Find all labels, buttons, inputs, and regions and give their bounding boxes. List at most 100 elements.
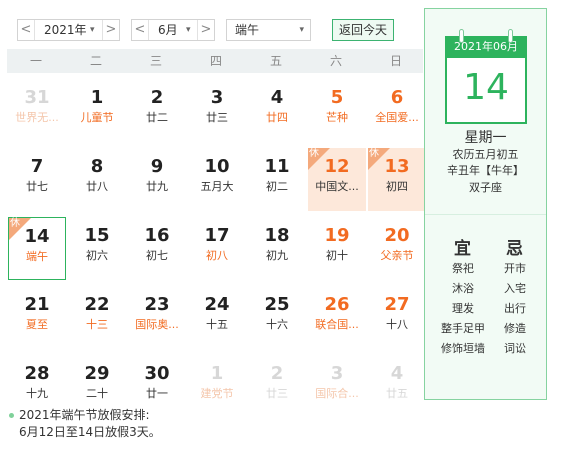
day-cell[interactable]: 27 十八 bbox=[368, 286, 426, 349]
ji-item: 词讼 bbox=[504, 342, 526, 355]
day-number: 2 bbox=[150, 87, 164, 108]
day-cell[interactable]: 8 廿八 bbox=[68, 148, 126, 211]
holiday-dropdown-caret-icon[interactable]: ▾ bbox=[299, 20, 304, 40]
day-cell[interactable]: 3 国际合... bbox=[308, 355, 366, 418]
lunar-label: 初九 bbox=[266, 249, 288, 262]
binder-ring-icon bbox=[459, 29, 464, 43]
ji-item: 开市 bbox=[504, 262, 526, 275]
year-prev-arrow-icon[interactable]: < bbox=[18, 20, 35, 40]
day-number: 3 bbox=[330, 363, 344, 384]
lunar-label: 儿童节 bbox=[80, 111, 114, 124]
lunar-label: 二十 bbox=[86, 387, 108, 400]
yi-item: 沐浴 bbox=[452, 282, 474, 295]
lunar-label: 廿一 bbox=[146, 387, 168, 400]
day-number: 26 bbox=[324, 294, 350, 315]
day-number: 3 bbox=[210, 87, 224, 108]
day-number: 5 bbox=[330, 87, 344, 108]
day-cell[interactable]: 5 芒种 bbox=[308, 79, 366, 142]
day-cell[interactable]: 17 初八 bbox=[188, 217, 246, 280]
yi-list: 祭祀 沐浴 理发 整手足甲 修饰垣墙 bbox=[441, 259, 485, 359]
day-number: 4 bbox=[390, 363, 404, 384]
day-number: 29 bbox=[84, 363, 110, 384]
day-cell[interactable]: 4 廿五 bbox=[368, 355, 426, 418]
day-number: 24 bbox=[204, 294, 230, 315]
day-cell[interactable]: 21 夏至 bbox=[8, 286, 66, 349]
day-cell[interactable]: 11 初二 bbox=[248, 148, 306, 211]
month-select[interactable]: < 6月 ▾ > bbox=[131, 19, 215, 41]
day-number: 2 bbox=[270, 363, 284, 384]
lunar-label: 初七 bbox=[146, 249, 168, 262]
day-cell[interactable]: 9 廿九 bbox=[128, 148, 186, 211]
lunar-label: 廿九 bbox=[146, 180, 168, 193]
yi-item: 修饰垣墙 bbox=[441, 342, 485, 355]
day-cell-selected[interactable]: 休 14 端午 bbox=[8, 217, 66, 280]
lunar-label: 联合国... bbox=[315, 318, 359, 331]
year-dropdown-caret-icon[interactable]: ▾ bbox=[90, 20, 95, 40]
day-number: 7 bbox=[30, 156, 44, 177]
month-dropdown-caret-icon[interactable]: ▾ bbox=[186, 20, 191, 40]
day-number: 12 bbox=[324, 156, 350, 177]
bullet-dot-icon bbox=[9, 413, 14, 418]
lunar-label: 廿三 bbox=[206, 111, 228, 124]
day-cell[interactable]: 1 儿童节 bbox=[68, 79, 126, 142]
weekday-label: 日 bbox=[389, 54, 402, 68]
lunar-label: 国际合... bbox=[315, 387, 359, 400]
day-cell[interactable]: 23 国际奥... bbox=[128, 286, 186, 349]
month-prev-arrow-icon[interactable]: < bbox=[132, 20, 149, 40]
selected-weekday: 星期一 bbox=[464, 130, 507, 146]
day-number: 27 bbox=[384, 294, 410, 315]
day-cell[interactable]: 休 12 中国文... bbox=[308, 148, 366, 211]
day-number: 17 bbox=[204, 225, 230, 246]
day-number: 9 bbox=[150, 156, 164, 177]
day-cell[interactable]: 2 廿二 bbox=[128, 79, 186, 142]
lunar-label: 父亲节 bbox=[380, 249, 414, 262]
ji-list: 开市 入宅 出行 修造 词讼 bbox=[495, 259, 535, 359]
day-number: 10 bbox=[204, 156, 230, 177]
day-cell[interactable]: 31 世界无... bbox=[8, 79, 66, 142]
day-cell[interactable]: 休 13 初四 bbox=[368, 148, 426, 211]
day-cell[interactable]: 16 初七 bbox=[128, 217, 186, 280]
day-cell[interactable]: 24 十五 bbox=[188, 286, 246, 349]
day-cell[interactable]: 15 初六 bbox=[68, 217, 126, 280]
day-number: 21 bbox=[24, 294, 50, 315]
lunar-label: 初四 bbox=[386, 180, 408, 193]
day-cell[interactable]: 19 初十 bbox=[308, 217, 366, 280]
day-cell[interactable]: 20 父亲节 bbox=[368, 217, 426, 280]
day-number: 8 bbox=[90, 156, 104, 177]
lunar-label: 全国爱... bbox=[375, 111, 419, 124]
day-number: 16 bbox=[144, 225, 170, 246]
date-card: 2021年06月 14 bbox=[445, 29, 527, 124]
day-cell[interactable]: 4 廿四 bbox=[248, 79, 306, 142]
ji-item: 入宅 bbox=[504, 282, 526, 295]
year-select[interactable]: < 2021年 ▾ > bbox=[17, 19, 120, 41]
holiday-select[interactable]: 端午 ▾ bbox=[226, 19, 311, 41]
day-cell[interactable]: 2 廿三 bbox=[248, 355, 306, 418]
day-number: 20 bbox=[384, 225, 410, 246]
day-detail-panel: 2021年06月 14 星期一 农历五月初五 辛丑年【牛年】 双子座 宜 忌 祭… bbox=[424, 8, 547, 400]
day-cell[interactable]: 10 五月大 bbox=[188, 148, 246, 211]
day-cell[interactable]: 1 建党节 bbox=[188, 355, 246, 418]
day-number: 28 bbox=[24, 363, 50, 384]
day-cell[interactable]: 26 联合国... bbox=[308, 286, 366, 349]
day-cell[interactable]: 25 十六 bbox=[248, 286, 306, 349]
selected-day-number: 14 bbox=[463, 67, 509, 108]
lunar-label: 世界无... bbox=[15, 111, 59, 124]
day-number: 6 bbox=[390, 87, 404, 108]
ji-item: 修造 bbox=[504, 322, 526, 335]
lunar-label: 廿三 bbox=[266, 387, 288, 400]
day-cell[interactable]: 22 十三 bbox=[68, 286, 126, 349]
day-cell[interactable]: 18 初九 bbox=[248, 217, 306, 280]
weekday-label: 五 bbox=[269, 54, 282, 68]
lunar-date: 农历五月初五 bbox=[452, 148, 519, 161]
year-next-arrow-icon[interactable]: > bbox=[102, 20, 119, 40]
day-cell[interactable]: 3 廿三 bbox=[188, 79, 246, 142]
back-to-today-button[interactable]: 返回今天 bbox=[332, 19, 394, 41]
lunar-label: 十五 bbox=[206, 318, 228, 331]
month-next-arrow-icon[interactable]: > bbox=[197, 20, 214, 40]
yi-item: 祭祀 bbox=[452, 262, 474, 275]
holiday-note-detail: 6月12日至14日放假3天。 bbox=[19, 425, 161, 439]
binder-ring-icon bbox=[508, 29, 513, 43]
day-cell[interactable]: 6 全国爱... bbox=[368, 79, 426, 142]
day-cell[interactable]: 7 廿七 bbox=[8, 148, 66, 211]
month-value: 6月 bbox=[158, 23, 178, 37]
